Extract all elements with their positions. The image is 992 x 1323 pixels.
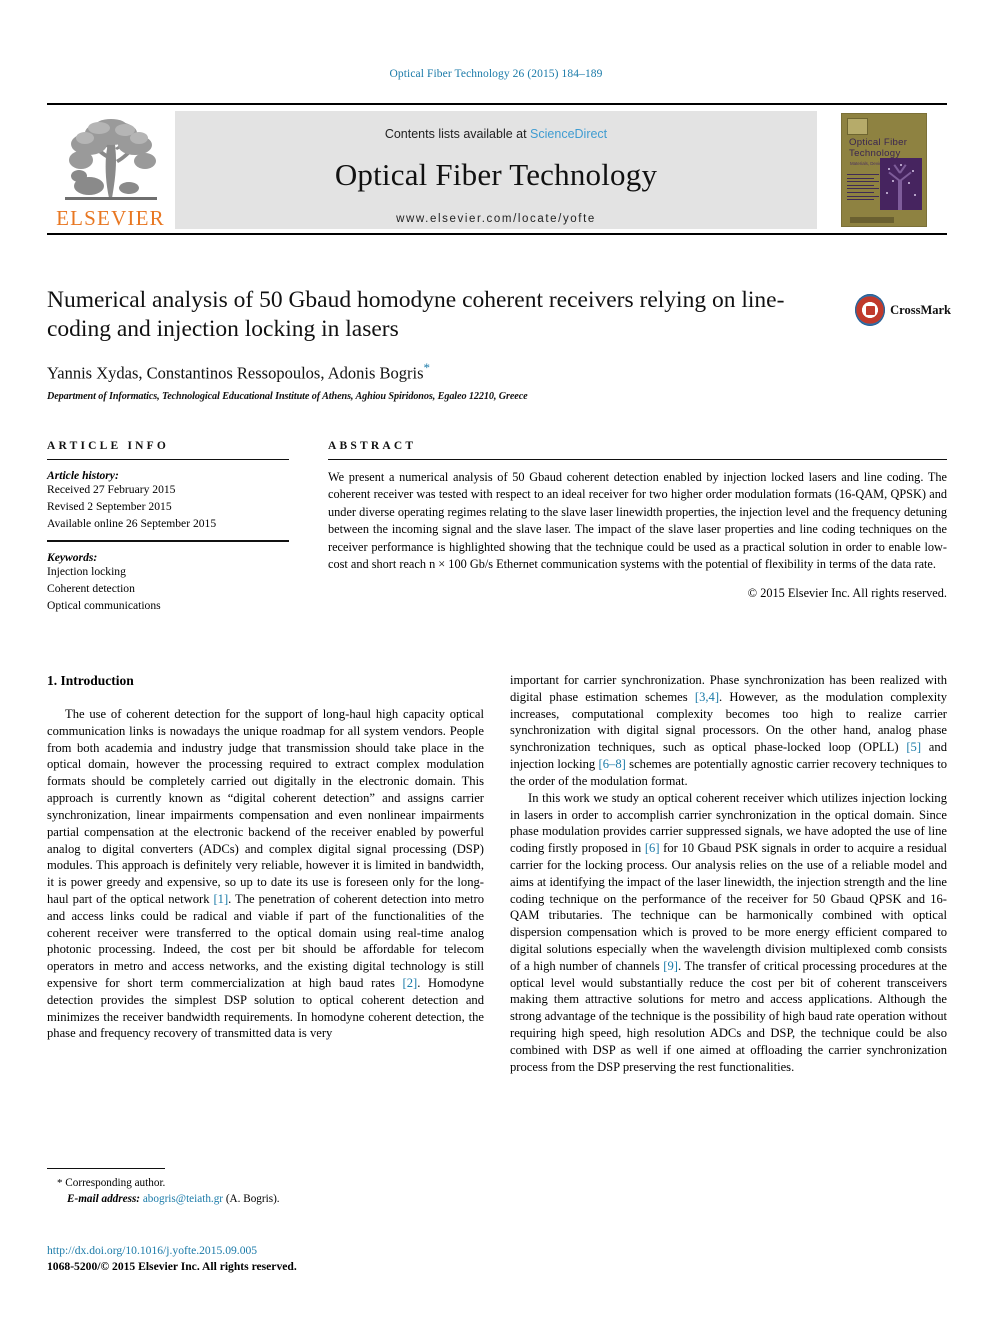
citation-ref-1[interactable]: [1]: [213, 892, 228, 906]
citation-ref-3-4[interactable]: [3,4]: [695, 690, 719, 704]
footnote-corresponding-line: * Corresponding author.: [47, 1176, 484, 1192]
citation-ref-5[interactable]: [5]: [906, 740, 921, 754]
cover-contents-lines: [847, 174, 879, 203]
elsevier-wordmark: ELSEVIER: [56, 206, 165, 230]
masthead-top-rule: [47, 103, 947, 105]
journal-masthead: ELSEVIER Contents lists available at Sci…: [47, 103, 947, 235]
elsevier-tree-icon: [64, 119, 157, 200]
footer-doi-block: http://dx.doi.org/10.1016/j.yofte.2015.0…: [47, 1243, 484, 1276]
cover-publisher-badge: [847, 118, 868, 135]
page-title: Numerical analysis of 50 Gbaud homodyne …: [47, 287, 785, 343]
abstract-text: We present a numerical analysis of 50 Gb…: [328, 470, 947, 572]
elsevier-logo: ELSEVIER: [49, 111, 172, 229]
abstract-copyright: © 2015 Elsevier Inc. All rights reserved…: [747, 585, 947, 600]
email-label: E-mail address:: [67, 1192, 141, 1205]
running-head: Optical Fiber Technology 26 (2015) 184–1…: [389, 68, 603, 80]
body-column-left: 1. Introduction The use of coherent dete…: [47, 672, 484, 1042]
article-info-column: ARTICLE INFO Article history: Received 2…: [47, 440, 289, 615]
article-history-item: Received 27 February 2015: [47, 483, 176, 496]
contents-prefix: Contents lists available at: [384, 127, 531, 141]
article-history-label: Article history:: [47, 469, 119, 482]
citation-ref-6[interactable]: [6]: [645, 841, 660, 855]
corresponding-author-marker: *: [423, 360, 431, 376]
paragraph-left-1: The use of coherent detection for the su…: [47, 706, 484, 1042]
author-names: Yannis Xydas, Constantinos Ressopoulos, …: [47, 363, 424, 383]
abstract-rule: [328, 459, 947, 460]
paragraph-text: . The transfer of critical processing pr…: [510, 958, 947, 1074]
journal-title: Optical Fiber Technology: [334, 157, 658, 192]
citation-ref-9[interactable]: [9]: [663, 959, 678, 973]
paragraph-text: for 10 Gbaud PSK signals in order to acq…: [510, 841, 947, 973]
affiliation: Department of Informatics, Technological…: [47, 390, 528, 402]
asterisk-icon: *: [57, 1177, 63, 1189]
keyword-item: Coherent detection: [47, 582, 135, 596]
article-info-rule-mid: [47, 540, 289, 543]
crossmark-label: CrossMark: [890, 302, 951, 317]
footnote-corresponding-text: Corresponding author.: [65, 1177, 166, 1189]
crossmark-icon: [855, 294, 886, 326]
keyword-item: Injection locking: [47, 565, 126, 579]
journal-homepage-url[interactable]: www.elsevier.com/locate/yofte: [175, 213, 817, 225]
email-owner: (A. Bogris).: [225, 1192, 280, 1205]
footnote-rule: [47, 1168, 165, 1169]
journal-cover-thumbnail: Optical Fiber Technology Materials, Devi…: [823, 109, 945, 231]
paragraph-right-1: important for carrier synchronization. P…: [510, 672, 947, 790]
keyword-item: Optical communications: [47, 598, 161, 612]
keywords-label: Keywords:: [47, 551, 98, 565]
paper-page: Optical Fiber Technology 26 (2015) 184–1…: [0, 0, 992, 1323]
cover-tree-illustration: [880, 158, 922, 210]
journal-cover-art: Optical Fiber Technology Materials, Devi…: [842, 114, 926, 226]
title-block: Numerical analysis of 50 Gbaud homodyne …: [47, 286, 847, 402]
corresponding-author-footnote: * Corresponding author. E-mail address: …: [47, 1168, 484, 1207]
article-history-item: Available online 26 September 2015: [47, 516, 217, 530]
body-column-right: important for carrier synchronization. P…: [510, 672, 947, 1076]
email-link[interactable]: abogris@teiath.gr: [143, 1193, 223, 1205]
abstract-column: ABSTRACT We present a numerical analysis…: [328, 440, 947, 601]
cover-title-line1: Optical Fiber: [849, 137, 908, 148]
masthead-band: Contents lists available at ScienceDirec…: [175, 111, 817, 229]
issn-copyright-line: 1068-5200/© 2015 Elsevier Inc. All right…: [47, 1260, 297, 1274]
author-list: Yannis Xydas, Constantinos Ressopoulos, …: [47, 360, 847, 384]
paragraph-right-2: In this work we study an optical coheren…: [510, 790, 947, 1076]
contents-available-line: Contents lists available at ScienceDirec…: [175, 127, 817, 141]
masthead-bottom-rule: [47, 233, 947, 235]
footnote-email-line: E-mail address: abogris@teiath.gr (A. Bo…: [47, 1192, 484, 1208]
doi-link[interactable]: http://dx.doi.org/10.1016/j.yofte.2015.0…: [47, 1243, 484, 1259]
section-heading-introduction: 1. Introduction: [47, 673, 134, 688]
article-history-item: Revised 2 September 2015: [47, 499, 172, 513]
paragraph-text: The use of coherent detection for the su…: [47, 707, 484, 906]
citation-ref-2[interactable]: [2]: [403, 976, 418, 990]
article-info-rule-top: [47, 459, 289, 460]
crossmark-badge[interactable]: CrossMark: [855, 288, 951, 332]
citation-ref-6-8[interactable]: [6–8]: [599, 757, 626, 771]
abstract-heading: ABSTRACT: [328, 440, 417, 452]
sciencedirect-link[interactable]: ScienceDirect: [530, 127, 607, 141]
cover-footer-bar: [850, 217, 894, 223]
article-info-heading: ARTICLE INFO: [47, 440, 170, 452]
